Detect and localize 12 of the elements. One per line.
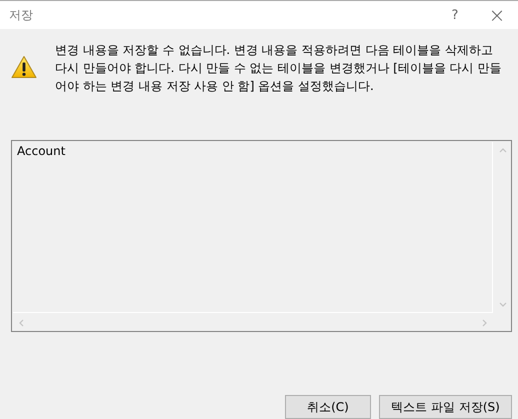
help-button[interactable]: ?	[440, 1, 470, 29]
window-title: 저장	[9, 6, 34, 24]
scroll-left-icon[interactable]	[19, 318, 24, 326]
save-text-file-button[interactable]: 텍스트 파일 저장(S)	[379, 395, 512, 419]
scroll-down-icon[interactable]	[498, 302, 506, 307]
close-button[interactable]: ×	[482, 1, 512, 29]
error-message: 변경 내용을 저장할 수 없습니다. 변경 내용을 적용하려면 다음 테이블을 삭제하고 다시 만들어야 합니다. 다시 만들 수 없는 테이블을 변경했거나 [테이블을 다시 만들어야 하는 변경 내용 저장 사용 안 함] 옵션을 설정했습니다.	[55, 42, 502, 95]
table-name[interactable]: Account	[13, 142, 70, 160]
warning-icon	[11, 55, 37, 79]
scroll-right-icon[interactable]	[482, 318, 487, 326]
cancel-button[interactable]: 취소(C)	[285, 395, 371, 419]
scroll-up-icon[interactable]	[498, 148, 506, 153]
